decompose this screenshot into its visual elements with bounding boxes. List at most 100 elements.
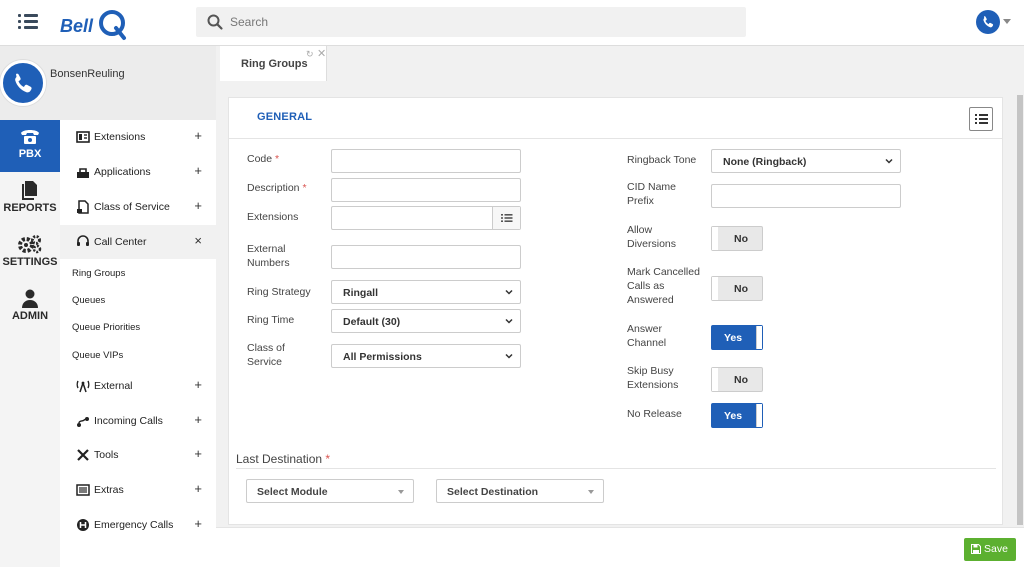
top-bar: Bell	[0, 0, 1024, 46]
user-menu-caret-icon[interactable]	[1003, 19, 1011, 24]
expand-icon[interactable]: +	[194, 446, 202, 461]
ring-strategy-label: Ring Strategy	[247, 286, 311, 298]
expand-icon[interactable]: +	[194, 412, 202, 427]
no-release-label: No Release	[627, 408, 682, 420]
external-numbers-label: External Numbers	[247, 243, 290, 269]
toggle-value: No	[734, 233, 748, 245]
chevron-down-icon	[505, 353, 513, 359]
chevron-down-icon	[505, 289, 513, 295]
chevron-down-icon	[505, 318, 513, 324]
menu-item-label: Emergency Calls	[94, 519, 174, 531]
ring-time-label: Ring Time	[247, 314, 295, 326]
rail-item-admin[interactable]: ADMIN	[0, 282, 60, 334]
code-input[interactable]	[331, 149, 521, 173]
no-release-toggle[interactable]: Yes	[711, 403, 763, 428]
class-of-service-label: Class of Service	[247, 342, 285, 368]
class-of-service-select[interactable]: All Permissions	[331, 344, 521, 368]
section-title-general: GENERAL	[257, 111, 313, 123]
rail-item-reports[interactable]: REPORTS	[0, 174, 60, 226]
expand-icon[interactable]: +	[194, 163, 202, 178]
rail-item-pbx[interactable]: PBX	[0, 120, 60, 172]
pbx-menu: Extensions + Applications + Class of Ser…	[60, 120, 216, 567]
allow-diversions-toggle[interactable]: No	[711, 226, 763, 251]
ringback-tone-label: Ringback Tone	[627, 154, 697, 166]
menu-item-emergency-calls[interactable]: Emergency Calls +	[60, 508, 216, 542]
menu-item-call-center[interactable]: Call Center ×	[60, 225, 216, 259]
caret-down-icon	[398, 490, 404, 494]
toggle-value: No	[734, 374, 748, 386]
select-module-dropdown[interactable]: Select Module	[246, 479, 414, 503]
menu-item-extras[interactable]: Extras +	[60, 473, 216, 507]
expand-icon[interactable]: +	[194, 516, 202, 531]
selected-value: All Permissions	[343, 351, 422, 363]
submenu-queue-vips[interactable]: Queue VIPs	[72, 350, 123, 361]
menu-item-extensions[interactable]: Extensions +	[60, 120, 216, 154]
menu-item-incoming-calls[interactable]: Incoming Calls +	[60, 404, 216, 438]
skip-busy-label: Skip Busy Extensions	[627, 365, 679, 391]
submenu-queues[interactable]: Queues	[72, 295, 105, 306]
select-destination-dropdown[interactable]: Select Destination	[436, 479, 604, 503]
menu-item-tools[interactable]: Tools +	[60, 438, 216, 472]
menu-toggle-icon[interactable]	[18, 13, 38, 31]
bellq-logo[interactable]: Bell	[58, 6, 130, 42]
answer-channel-toggle[interactable]: Yes	[711, 325, 763, 350]
extensions-picker-button[interactable]	[492, 207, 520, 229]
submenu-queue-priorities[interactable]: Queue Priorities	[72, 322, 140, 333]
answer-channel-label: Answer Channel	[627, 323, 667, 349]
skip-busy-toggle[interactable]: No	[711, 367, 763, 392]
dropdown-placeholder: Select Destination	[447, 486, 539, 498]
cid-name-prefix-input[interactable]	[711, 184, 901, 208]
collapse-icon[interactable]: ×	[194, 233, 202, 248]
tab-ring-groups[interactable]: Ring Groups ↻ ✕	[220, 46, 327, 81]
menu-item-label: Call Center	[94, 236, 147, 248]
list-icon	[501, 214, 513, 222]
divider	[229, 138, 1002, 139]
tab-bar: Ring Groups ↻ ✕	[216, 46, 1024, 81]
menu-item-class-of-service[interactable]: Class of Service +	[60, 190, 216, 224]
rail-label: PBX	[18, 148, 42, 160]
extensions-input[interactable]	[331, 206, 521, 230]
avatar[interactable]	[0, 60, 46, 106]
reports-icon	[22, 181, 37, 200]
toggle-value: Yes	[724, 410, 743, 422]
expand-icon[interactable]: +	[194, 198, 202, 213]
submenu-ring-groups[interactable]: Ring Groups	[72, 268, 125, 279]
external-numbers-input[interactable]	[331, 245, 521, 269]
search-icon	[207, 14, 223, 30]
description-input[interactable]	[331, 178, 521, 202]
menu-item-applications[interactable]: Applications +	[60, 155, 216, 189]
expand-icon[interactable]: +	[194, 377, 202, 392]
last-destination-title: Last Destination *	[236, 452, 331, 466]
menu-item-external[interactable]: External +	[60, 369, 216, 403]
rail-item-settings[interactable]: SETTINGS	[0, 228, 60, 280]
ringback-tone-select[interactable]: None (Ringback)	[711, 149, 901, 173]
save-button[interactable]: Save	[964, 538, 1016, 561]
search-bar	[196, 7, 746, 37]
search-input[interactable]	[230, 12, 730, 32]
emergency-icon	[77, 519, 89, 531]
list-view-button[interactable]	[969, 107, 993, 131]
extensions-label: Extensions	[247, 211, 299, 223]
ring-time-select[interactable]: Default (30)	[331, 309, 521, 333]
close-icon[interactable]: ✕	[317, 47, 326, 60]
mark-cancelled-toggle[interactable]: No	[711, 276, 763, 301]
expand-icon[interactable]: +	[194, 128, 202, 143]
scrollbar-thumb[interactable]	[1017, 95, 1023, 525]
menu-item-label: Extensions	[94, 131, 146, 143]
selected-value: Ringall	[343, 287, 379, 299]
phone-status-icon[interactable]	[976, 10, 1000, 34]
extensions-icon	[76, 131, 90, 143]
mark-cancelled-label: Mark Cancelled Calls as Answered	[627, 266, 700, 306]
class-of-service-icon	[77, 200, 89, 214]
code-label: Code *	[247, 153, 280, 165]
page-scrollbar[interactable]	[1016, 81, 1024, 527]
menu-item-label: External	[94, 380, 133, 392]
rail-label: REPORTS	[3, 202, 57, 214]
form-footer: Save	[216, 527, 1024, 567]
ring-strategy-select[interactable]: Ringall	[331, 280, 521, 304]
list-icon	[975, 114, 988, 124]
expand-icon[interactable]: +	[194, 481, 202, 496]
menu-item-label: Extras	[94, 484, 124, 496]
user-header: BonsenReuling	[0, 46, 216, 120]
refresh-icon[interactable]: ↻	[306, 49, 314, 60]
